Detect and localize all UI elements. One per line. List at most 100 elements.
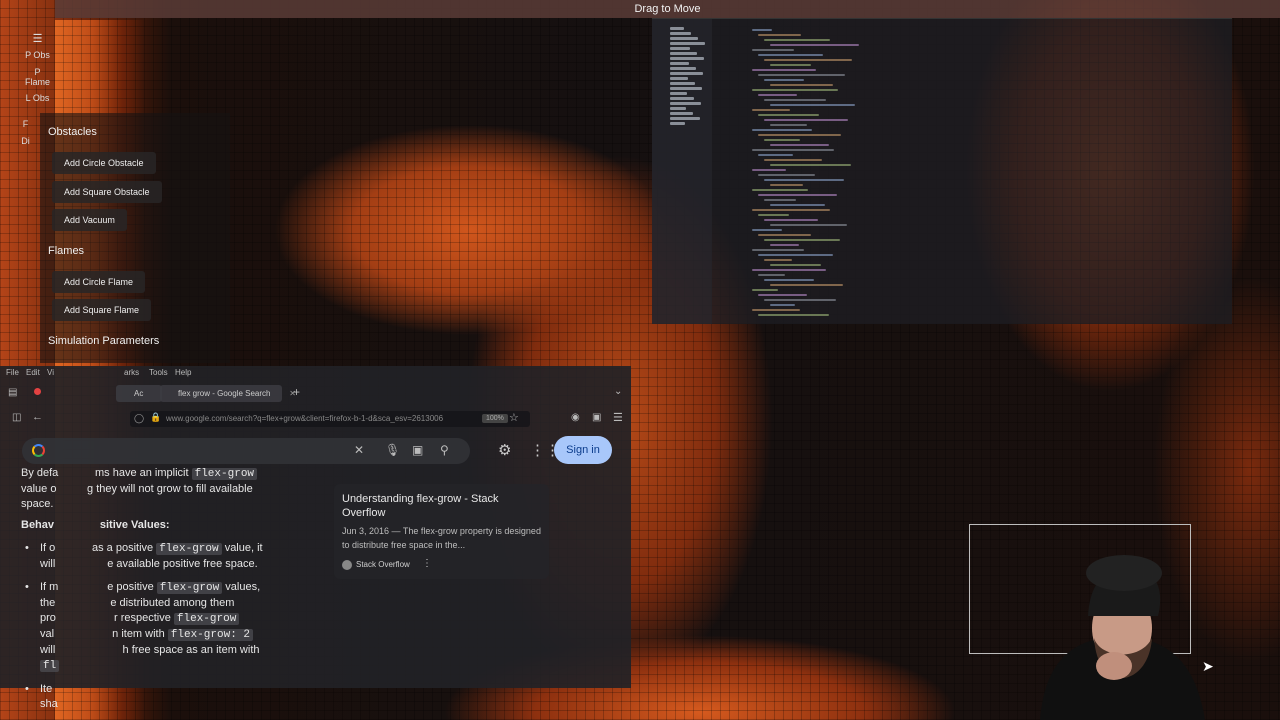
code-line bbox=[758, 214, 789, 216]
text-fragment: e positive bbox=[107, 581, 154, 593]
code-line bbox=[758, 234, 811, 236]
list-item: • If o as a positive flex-grow value, it… bbox=[21, 541, 311, 572]
code-line bbox=[752, 189, 808, 191]
microphone-icon[interactable]: 🎙 bbox=[385, 443, 400, 457]
menu-bookmarks[interactable]: arks bbox=[124, 368, 139, 377]
inline-code: flex-grow bbox=[191, 468, 258, 480]
search-icon[interactable]: ⚲ bbox=[440, 443, 449, 457]
file-tree-entry bbox=[670, 47, 690, 50]
code-line bbox=[752, 269, 826, 271]
code-line bbox=[764, 99, 826, 101]
file-tree-entry bbox=[670, 97, 694, 100]
code-line bbox=[764, 159, 822, 161]
code-line bbox=[752, 249, 804, 251]
lens-icon[interactable]: ▣ bbox=[412, 443, 423, 457]
puzzle-icon[interactable]: ▣ bbox=[592, 412, 601, 423]
code-line bbox=[752, 129, 812, 131]
sign-in-button[interactable]: Sign in bbox=[554, 436, 612, 464]
file-tree-entry bbox=[670, 102, 701, 105]
text-fragment: will bbox=[40, 558, 56, 570]
code-line bbox=[752, 89, 838, 91]
file-tree-entry bbox=[670, 92, 687, 95]
result-source[interactable]: Stack Overflow bbox=[356, 560, 410, 569]
file-tree-entry bbox=[670, 117, 700, 120]
text-fragment: space. bbox=[21, 498, 54, 510]
inline-code: flex-grow bbox=[156, 582, 223, 594]
code-line bbox=[758, 294, 807, 296]
extension-icon[interactable]: ◉ bbox=[571, 412, 580, 423]
menu-file[interactable]: File bbox=[6, 368, 19, 377]
settings-gear-icon[interactable]: ⚙ bbox=[498, 441, 511, 459]
list-item: • Ite sha bbox=[21, 682, 311, 712]
section-obstacles-title[interactable]: Obstacles bbox=[48, 126, 97, 138]
search-input[interactable]: ✕ 🎙 ▣ ⚲ bbox=[22, 438, 470, 464]
tab-ac[interactable]: Ac bbox=[116, 385, 162, 402]
file-tree-entry bbox=[670, 122, 685, 125]
new-tab-icon[interactable]: + bbox=[293, 385, 300, 399]
recording-icon bbox=[34, 388, 41, 395]
code-line bbox=[770, 144, 829, 146]
lock-icon[interactable]: 🔒 bbox=[150, 412, 161, 423]
code-line bbox=[764, 39, 830, 41]
bullet: • bbox=[25, 542, 29, 554]
file-tree-entry bbox=[670, 82, 695, 85]
file-tree-entry bbox=[670, 72, 703, 75]
clear-search-icon[interactable]: ✕ bbox=[354, 443, 364, 457]
url-bar[interactable]: www.google.com/search?q=flex+grow&client… bbox=[130, 411, 530, 427]
shield-icon[interactable]: ◯ bbox=[134, 413, 144, 424]
code-line bbox=[758, 274, 785, 276]
code-line bbox=[764, 279, 814, 281]
search-result-card[interactable]: Understanding flex-grow - Stack Overflow… bbox=[334, 484, 549, 579]
menu-tools[interactable]: Tools bbox=[149, 368, 168, 377]
add-square-obstacle-button[interactable]: Add Square Obstacle bbox=[52, 181, 162, 203]
more-options-icon[interactable]: ⋮ bbox=[422, 558, 432, 569]
chevron-down-icon[interactable]: ⌄ bbox=[614, 386, 622, 397]
code-line bbox=[764, 119, 848, 121]
code-line bbox=[764, 199, 796, 201]
file-tree bbox=[652, 19, 712, 324]
section-flames-title[interactable]: Flames bbox=[48, 245, 84, 257]
add-circle-obstacle-button[interactable]: Add Circle Obstacle bbox=[52, 152, 156, 174]
drag-handle[interactable]: Drag to Move bbox=[55, 0, 1280, 18]
bookmark-star-icon[interactable]: ☆ bbox=[509, 411, 519, 424]
code-line bbox=[764, 179, 844, 181]
file-tree-entry bbox=[670, 77, 688, 80]
code-line bbox=[770, 44, 859, 46]
text-fragment: sha bbox=[40, 698, 58, 710]
mini-item-flame[interactable]: Flame bbox=[0, 77, 75, 88]
tab-overview-icon[interactable]: ▤ bbox=[8, 387, 17, 398]
add-vacuum-button[interactable]: Add Vacuum bbox=[52, 209, 127, 231]
mini-item-line-obstacle[interactable]: L Obs bbox=[0, 93, 75, 104]
menu-help[interactable]: Help bbox=[175, 368, 191, 377]
zoom-level-badge[interactable]: 100% bbox=[482, 414, 508, 423]
menu-view[interactable]: Vi bbox=[47, 368, 54, 377]
code-line bbox=[758, 74, 845, 76]
code-line bbox=[758, 114, 819, 116]
back-icon[interactable]: ← bbox=[32, 411, 43, 423]
hamburger-icon[interactable]: ☰ bbox=[0, 34, 75, 45]
browser-tabbar: ▤ Ac flex grow - Google Search ✕ + ⌄ bbox=[0, 382, 631, 404]
text-fragment: pro bbox=[40, 612, 56, 624]
section-simulation-parameters-title[interactable]: Simulation Parameters bbox=[48, 335, 159, 347]
code-line bbox=[758, 54, 823, 56]
tab-google-search[interactable]: flex grow - Google Search ✕ bbox=[160, 385, 296, 402]
text-fragment: If o bbox=[40, 542, 56, 554]
result-title-link[interactable]: Understanding flex-grow - Stack Overflow bbox=[342, 492, 542, 520]
file-tree-entry bbox=[670, 32, 691, 35]
file-tree-entry bbox=[670, 67, 696, 70]
text-fragment: value o bbox=[21, 483, 57, 495]
code-line bbox=[770, 284, 843, 286]
add-circle-flame-button[interactable]: Add Circle Flame bbox=[52, 271, 146, 293]
file-tree-entry bbox=[670, 112, 693, 115]
drag-handle-label: Drag to Move bbox=[634, 3, 701, 15]
menu-edit[interactable]: Edit bbox=[26, 368, 40, 377]
text-fragment: the bbox=[40, 597, 56, 609]
add-square-flame-button[interactable]: Add Square Flame bbox=[52, 299, 152, 321]
code-line bbox=[752, 229, 782, 231]
code-line bbox=[770, 104, 855, 106]
mini-item-place-obstacle[interactable]: P Obs bbox=[0, 50, 75, 61]
file-tree-entry bbox=[670, 87, 702, 90]
text-fragment: Ite bbox=[40, 683, 53, 695]
menu-icon[interactable]: ☰ bbox=[613, 411, 623, 424]
sidebar-toggle-icon[interactable]: ◫ bbox=[12, 412, 21, 423]
